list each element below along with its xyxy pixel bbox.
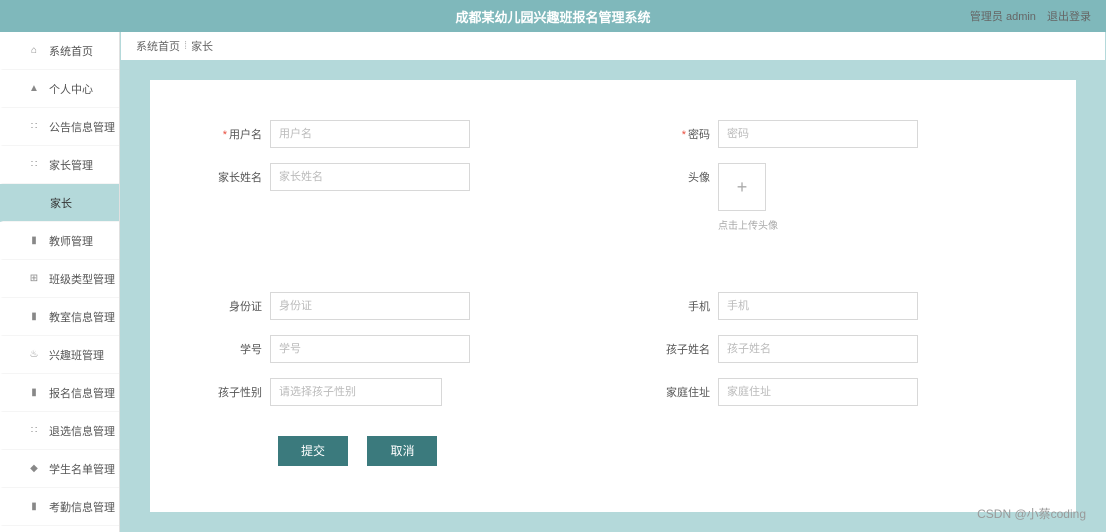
- grid-icon: ∷: [27, 159, 41, 170]
- admin-label[interactable]: 管理员 admin: [970, 11, 1036, 23]
- studentno-label: 学号: [200, 335, 270, 357]
- form-area: *用户名 *密码 家长姓名 头像 + 点击上传头像: [150, 80, 1076, 512]
- sidebar-item-6[interactable]: ⊞ 班级类型管理: [0, 260, 119, 298]
- grid-icon: ∷: [27, 121, 41, 132]
- sidebar-item-11[interactable]: ◆ 学生名单管理: [0, 450, 119, 488]
- sidebar-item-8[interactable]: ♨ 兴趣班管理: [0, 336, 119, 374]
- sidebar-item-10[interactable]: ∷ 退选信息管理: [0, 412, 119, 450]
- page-title: 成都某幼儿园兴趣班报名管理系统: [20, 7, 1086, 26]
- username-label: *用户名: [200, 120, 270, 142]
- password-input[interactable]: [718, 120, 918, 148]
- password-label: *密码: [648, 120, 718, 142]
- sidebar-item-2[interactable]: ∷ 公告信息管理: [0, 108, 119, 146]
- sidebar-item-label: 教师管理: [49, 233, 93, 249]
- grid2-icon: ⊞: [27, 273, 41, 284]
- sidebar-item-label: 考勤信息管理: [49, 499, 115, 515]
- sidebar-item-label: 系统首页: [49, 43, 93, 59]
- sidebar-item-label: 家长管理: [49, 157, 93, 173]
- cancel-button[interactable]: 取消: [367, 436, 437, 466]
- logout-link[interactable]: 退出登录: [1047, 11, 1091, 23]
- sidebar-item-3[interactable]: ∷ 家长管理: [0, 146, 119, 184]
- sidebar-item-0[interactable]: ⌂ 系统首页: [0, 32, 119, 70]
- address-input[interactable]: [718, 378, 918, 406]
- sidebar-item-label: 兴趣班管理: [49, 347, 104, 363]
- plus-icon: +: [737, 177, 748, 198]
- sidebar-item-12[interactable]: ▮ 考勤信息管理: [0, 488, 119, 526]
- sidebar-item-label: 教室信息管理: [49, 309, 115, 325]
- avatar-hint: 点击上传头像: [718, 217, 1026, 232]
- childname-input[interactable]: [718, 335, 918, 363]
- home-icon: ⌂: [27, 45, 41, 56]
- childname-label: 孩子姓名: [648, 335, 718, 357]
- parent-name-input[interactable]: [270, 163, 470, 191]
- username-input[interactable]: [270, 120, 470, 148]
- header-right: 管理员 admin 退出登录: [962, 8, 1091, 24]
- grid-icon: ∷: [27, 425, 41, 436]
- breadcrumb-current: 家长: [191, 38, 213, 54]
- breadcrumb-home[interactable]: 系统首页: [136, 38, 180, 54]
- sidebar-item-label: 班级类型管理: [49, 271, 115, 287]
- sidebar-item-label: 公告信息管理: [49, 119, 115, 135]
- sidebar-item-label: 退选信息管理: [49, 423, 115, 439]
- content: 系统首页 ⁞ 家长 *用户名 *密码 家长姓名: [120, 32, 1106, 532]
- sidebar-item-label: 家长: [50, 195, 72, 211]
- form-actions: 提交 取消: [200, 436, 1026, 466]
- dot-icon: ◆: [27, 463, 41, 474]
- phone-input[interactable]: [718, 292, 918, 320]
- childgender-label: 孩子性别: [200, 378, 270, 400]
- sidebar-item-9[interactable]: ▮ 报名信息管理: [0, 374, 119, 412]
- sidebar-item-label: 学生名单管理: [49, 461, 115, 477]
- sidebar-item-7[interactable]: ▮ 教室信息管理: [0, 298, 119, 336]
- phone-label: 手机: [648, 292, 718, 314]
- address-label: 家庭住址: [648, 378, 718, 400]
- book-icon: ▮: [27, 311, 41, 322]
- breadcrumb: 系统首页 ⁞ 家长: [121, 32, 1105, 60]
- sidebar-item-4[interactable]: 家长: [0, 184, 119, 222]
- user-icon: ▲: [27, 83, 41, 94]
- sidebar: ⌂ 系统首页 ▲ 个人中心 ∷ 公告信息管理 ∷ 家长管理家长 ▮ 教师管理 ⊞ 班级类型管理 ▮ 教室信…: [0, 32, 120, 532]
- book-icon: ▮: [27, 235, 41, 246]
- sidebar-item-1[interactable]: ▲ 个人中心: [0, 70, 119, 108]
- childgender-select[interactable]: 请选择孩子性别: [270, 378, 442, 406]
- book-icon: ▮: [27, 501, 41, 512]
- watermark: CSDN @小蔡coding: [977, 505, 1086, 522]
- idcard-input[interactable]: [270, 292, 470, 320]
- sidebar-item-label: 报名信息管理: [49, 385, 115, 401]
- submit-button[interactable]: 提交: [278, 436, 348, 466]
- avatar-label: 头像: [648, 163, 718, 185]
- idcard-label: 身份证: [200, 292, 270, 314]
- sidebar-item-label: 个人中心: [49, 81, 93, 97]
- studentno-input[interactable]: [270, 335, 470, 363]
- parent-name-label: 家长姓名: [200, 163, 270, 185]
- avatar-upload[interactable]: +: [718, 163, 766, 211]
- gift-icon: ♨: [27, 349, 41, 360]
- header: 成都某幼儿园兴趣班报名管理系统 管理员 admin 退出登录: [0, 0, 1106, 32]
- sidebar-item-5[interactable]: ▮ 教师管理: [0, 222, 119, 260]
- book-icon: ▮: [27, 387, 41, 398]
